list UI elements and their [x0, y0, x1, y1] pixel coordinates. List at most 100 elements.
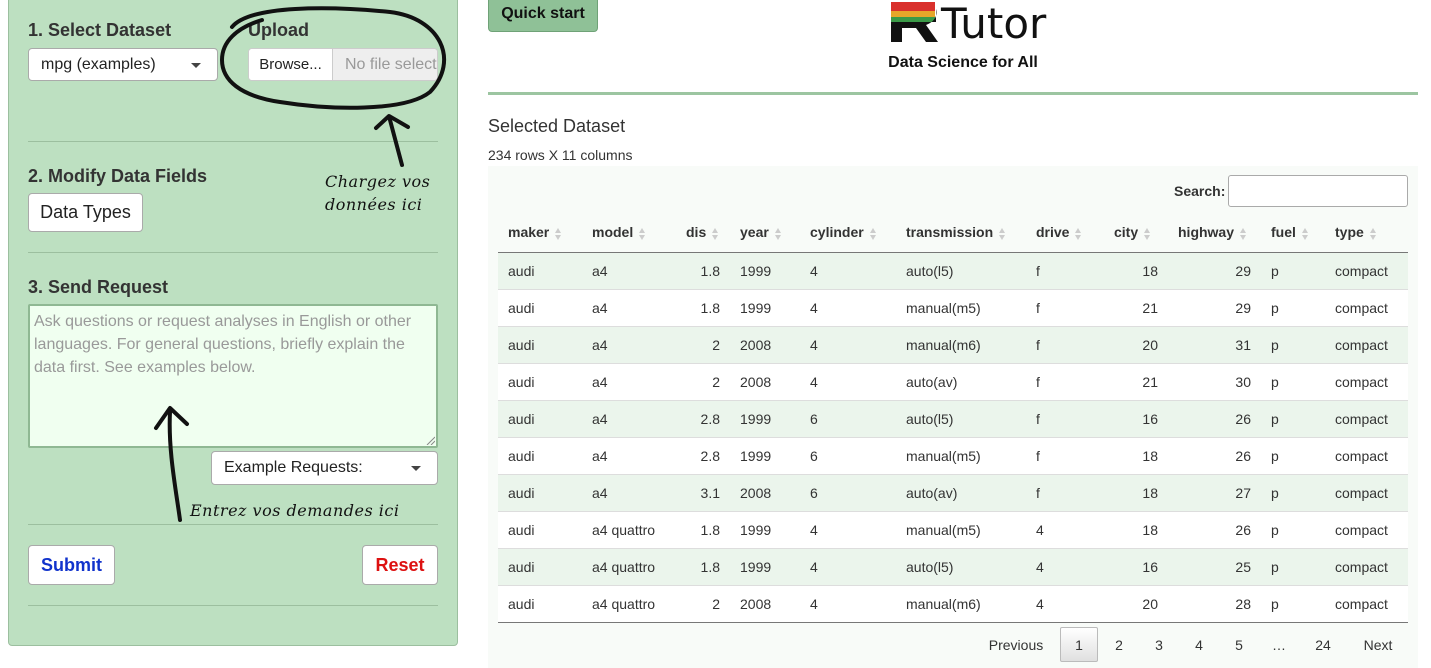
logo-r-icon: Tutor — [891, 0, 1047, 48]
table-cell-dis: 2 — [676, 584, 730, 623]
column-header[interactable]: model — [582, 213, 676, 253]
section-divider — [28, 141, 438, 142]
request-annotation: Entrez vos demandes ici — [190, 501, 400, 520]
page-button-1[interactable]: 1 — [1060, 627, 1098, 662]
table-row[interactable]: audi a4 2 2008 4 auto(av) f 21 30 p compact — [498, 362, 1408, 400]
table-cell-city: 21 — [1104, 288, 1168, 326]
page-button-3[interactable]: 3 — [1140, 627, 1178, 662]
column-header[interactable]: year — [730, 213, 800, 253]
sort-icon — [999, 227, 1006, 240]
table-cell-type: compact — [1325, 399, 1408, 437]
example-requests-select[interactable]: Example Requests: — [211, 451, 438, 485]
table-row[interactable]: audi a4 quattro 2 2008 4 manual(m6) 4 20 28 p comp… — [498, 584, 1408, 623]
table-cell-maker: audi — [498, 510, 582, 548]
file-upload-input[interactable]: Browse... No file selected — [248, 48, 438, 81]
dataset-select[interactable]: mpg (examples) — [28, 48, 218, 81]
table-cell-cylinder: 6 — [800, 436, 896, 474]
page-button-5[interactable]: 5 — [1220, 627, 1258, 662]
upload-annotation-line2: données ici — [325, 195, 423, 214]
table-cell-type: compact — [1325, 510, 1408, 548]
request-textarea[interactable]: Ask questions or request analyses in Eng… — [28, 304, 438, 448]
column-header[interactable]: highway — [1168, 213, 1261, 253]
table-cell-fuel: p — [1261, 547, 1325, 585]
browse-button[interactable]: Browse... — [249, 49, 333, 80]
table-cell-model: a4 — [582, 399, 676, 437]
table-cell-dis: 2 — [676, 325, 730, 363]
column-header[interactable]: city — [1104, 213, 1168, 253]
table-cell-type: compact — [1325, 288, 1408, 326]
page-button-24[interactable]: 24 — [1302, 627, 1344, 662]
table-cell-type: compact — [1325, 547, 1408, 585]
table-cell-type: compact — [1325, 325, 1408, 363]
previous-page-button[interactable]: Previous — [980, 627, 1052, 662]
upload-annotation-line1: Chargez vos — [325, 172, 431, 191]
rtutor-logo: Tutor — [888, 0, 1048, 48]
table-cell-year: 1999 — [730, 510, 800, 548]
table-row[interactable]: audi a4 1.8 1999 4 auto(l5) f 18 29 p compact — [498, 251, 1408, 289]
table-cell-highway: 27 — [1168, 473, 1261, 511]
table-row[interactable]: audi a4 quattro 1.8 1999 4 manual(m5) 4 18 26 p co… — [498, 510, 1408, 548]
column-header[interactable]: dis — [676, 213, 730, 253]
table-cell-cylinder: 4 — [800, 288, 896, 326]
table-cell-model: a4 — [582, 251, 676, 289]
dataset-dimensions: 234 rows X 11 columns — [488, 147, 633, 163]
table-cell-dis: 1.8 — [676, 510, 730, 548]
table-cell-maker: audi — [498, 325, 582, 363]
table-cell-transmission: manual(m6) — [896, 325, 1026, 363]
select-dataset-heading: 1. Select Dataset — [28, 20, 172, 40]
table-cell-drive: f — [1026, 436, 1104, 474]
table-row[interactable]: audi a4 1.8 1999 4 manual(m5) f 21 29 p compact — [498, 288, 1408, 326]
reset-button[interactable]: Reset — [362, 545, 438, 585]
table-row[interactable]: audi a4 2.8 1999 6 manual(m5) f 18 26 p compact — [498, 436, 1408, 474]
column-header[interactable]: maker — [498, 213, 582, 253]
sort-icon — [1075, 227, 1082, 240]
column-header[interactable]: cylinder — [800, 213, 896, 253]
tagline: Data Science for All — [888, 54, 1038, 71]
upload-heading: Upload — [248, 20, 309, 40]
column-header[interactable]: drive — [1026, 213, 1104, 253]
table-cell-type: compact — [1325, 584, 1408, 623]
table-cell-highway: 29 — [1168, 251, 1261, 289]
table-cell-model: a4 quattro — [582, 510, 676, 548]
table-cell-model: a4 — [582, 362, 676, 400]
table-cell-city: 18 — [1104, 510, 1168, 548]
table-cell-transmission: auto(l5) — [896, 399, 1026, 437]
table-cell-fuel: p — [1261, 473, 1325, 511]
search-input[interactable] — [1228, 175, 1408, 207]
table-cell-maker: audi — [498, 288, 582, 326]
table-cell-highway: 28 — [1168, 584, 1261, 623]
table-cell-cylinder: 4 — [800, 251, 896, 289]
table-cell-dis: 2 — [676, 362, 730, 400]
resize-grip-icon[interactable] — [425, 435, 435, 445]
table-cell-type: compact — [1325, 362, 1408, 400]
table-cell-cylinder: 4 — [800, 510, 896, 548]
table-cell-drive: f — [1026, 251, 1104, 289]
submit-button[interactable]: Submit — [28, 545, 115, 585]
table-cell-transmission: manual(m6) — [896, 584, 1026, 623]
table-cell-year: 1999 — [730, 251, 800, 289]
table-cell-transmission: auto(av) — [896, 362, 1026, 400]
page-button-2[interactable]: 2 — [1100, 627, 1138, 662]
quick-start-button[interactable]: Quick start — [488, 0, 598, 32]
table-cell-drive: f — [1026, 362, 1104, 400]
column-header[interactable]: transmission — [896, 213, 1026, 253]
table-cell-maker: audi — [498, 436, 582, 474]
svg-text:Tutor: Tutor — [940, 0, 1047, 46]
table-row[interactable]: audi a4 2.8 1999 6 auto(l5) f 16 26 p compact — [498, 399, 1408, 437]
data-types-button[interactable]: Data Types — [28, 193, 143, 232]
table-cell-year: 1999 — [730, 288, 800, 326]
table-row[interactable]: audi a4 quattro 1.8 1999 4 auto(l5) 4 16 25 p comp… — [498, 547, 1408, 585]
column-header[interactable]: fuel — [1261, 213, 1325, 253]
table-row[interactable]: audi a4 3.1 2008 6 auto(av) f 18 27 p compact — [498, 473, 1408, 511]
file-name-display: No file selected — [333, 49, 437, 80]
table-cell-model: a4 — [582, 325, 676, 363]
page-button-4[interactable]: 4 — [1180, 627, 1218, 662]
table-cell-drive: f — [1026, 325, 1104, 363]
table-cell-drive: 4 — [1026, 584, 1104, 623]
column-header[interactable]: type — [1325, 213, 1408, 253]
table-cell-year: 2008 — [730, 473, 800, 511]
table-cell-maker: audi — [498, 473, 582, 511]
table-row[interactable]: audi a4 2 2008 4 manual(m6) f 20 31 p compact — [498, 325, 1408, 363]
next-page-button[interactable]: Next — [1352, 627, 1404, 662]
table-cell-transmission: manual(m5) — [896, 288, 1026, 326]
